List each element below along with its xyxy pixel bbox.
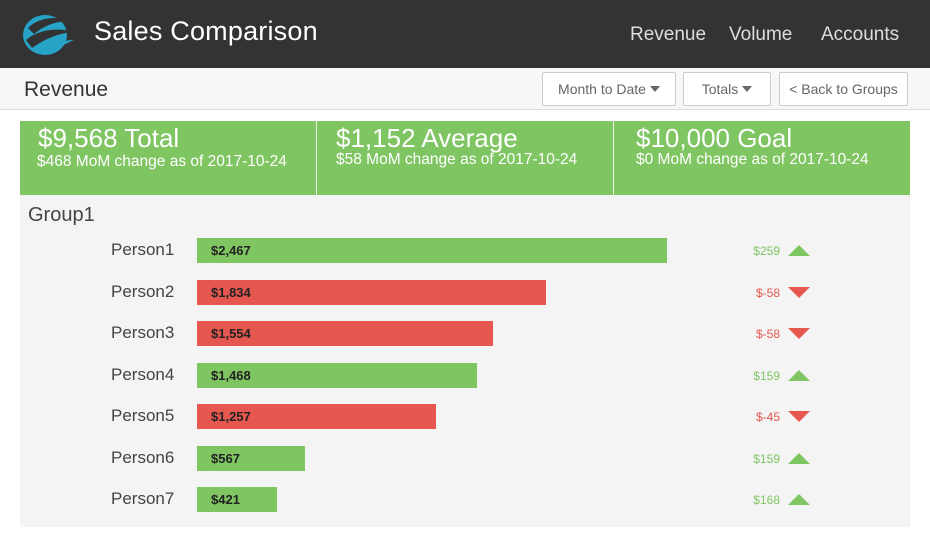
- mom-change-label: $168: [753, 493, 780, 507]
- app-title: Sales Comparison: [94, 16, 318, 46]
- triangle-up-icon: [788, 369, 810, 381]
- page-title: Revenue: [24, 78, 109, 101]
- period-dropdown[interactable]: Month to Date: [542, 72, 676, 106]
- nav-revenue[interactable]: Revenue: [630, 24, 706, 46]
- mom-change-label: $-58: [755, 285, 780, 300]
- mom-change-label: $-58: [755, 327, 780, 341]
- mom-change-label: $-45: [755, 410, 780, 424]
- mom-change-label: $259: [753, 244, 780, 258]
- revenue-bar[interactable]: $1,257: [197, 404, 436, 429]
- bar-value-label: $2,467: [211, 243, 251, 258]
- revenue-bar[interactable]: $567: [197, 445, 305, 471]
- nav-accounts[interactable]: Accounts: [821, 24, 899, 46]
- summary-panel: $9,568 Total $468 MoM change as of 2017-…: [20, 121, 910, 195]
- person-label[interactable]: Person1: [111, 240, 174, 260]
- triangle-down-icon: [788, 328, 810, 339]
- top-bar: Sales Comparison Revenue Volume Accounts: [0, 0, 930, 68]
- mom-change-label: $159: [753, 368, 780, 383]
- group-chart: Group1 Person1 $2,467 $259 Person2 $1,834 $-5…: [20, 195, 910, 527]
- total-change: $468 MoM change as of 2017-10-24: [37, 153, 287, 170]
- person-label[interactable]: Person5: [111, 406, 174, 426]
- goal-stat: $10,000 Goal $0 MoM change as of 2017-10…: [614, 121, 910, 195]
- triangle-down-icon: [788, 411, 810, 422]
- revenue-bar[interactable]: $2,467: [197, 238, 667, 263]
- person-label[interactable]: Person2: [111, 282, 174, 302]
- person-label[interactable]: Person4: [111, 365, 174, 385]
- bar-value-label: $1,554: [211, 326, 251, 341]
- triangle-up-icon: [788, 452, 810, 464]
- period-dropdown-label: Month to Date: [558, 81, 646, 97]
- group-title[interactable]: Group1: [28, 204, 95, 227]
- triangle-up-icon: [788, 245, 810, 256]
- average-change: $58 MoM change as of 2017-10-24: [336, 151, 578, 168]
- chevron-down-icon: [742, 85, 753, 92]
- goal-value: $10,000 Goal: [636, 123, 793, 153]
- revenue-bar[interactable]: $1,468: [197, 362, 477, 388]
- person-label[interactable]: Person3: [111, 323, 174, 343]
- mom-change-label: $159: [753, 451, 780, 466]
- back-to-groups-button[interactable]: < Back to Groups: [779, 72, 908, 106]
- revenue-bar[interactable]: $1,834: [197, 279, 546, 305]
- brand-logo-icon[interactable]: [20, 10, 78, 56]
- average-value: $1,152 Average: [336, 123, 518, 153]
- person-label[interactable]: Person6: [111, 448, 174, 468]
- triangle-down-icon: [788, 286, 810, 298]
- mode-dropdown[interactable]: Totals: [683, 72, 771, 106]
- bar-value-label: $567: [211, 450, 240, 466]
- bar-value-label: $421: [211, 492, 240, 507]
- bar-value-label: $1,468: [211, 367, 251, 383]
- revenue-bar[interactable]: $1,554: [197, 321, 493, 346]
- mode-dropdown-label: Totals: [701, 81, 739, 97]
- chevron-down-icon: [649, 85, 660, 92]
- total-stat: $9,568 Total $468 MoM change as of 2017-…: [20, 121, 316, 195]
- sub-header: Revenue Month to Date Totals < Back to G…: [0, 68, 930, 110]
- average-stat: $1,152 Average $58 MoM change as of 2017…: [317, 121, 613, 195]
- triangle-up-icon: [788, 494, 810, 505]
- person-label[interactable]: Person7: [111, 489, 174, 509]
- bar-value-label: $1,257: [211, 409, 251, 424]
- revenue-bar[interactable]: $421: [197, 487, 277, 512]
- nav-volume[interactable]: Volume: [729, 24, 792, 46]
- bar-value-label: $1,834: [211, 284, 251, 300]
- goal-change: $0 MoM change as of 2017-10-24: [636, 151, 869, 168]
- total-value: $9,568 Total: [38, 123, 180, 153]
